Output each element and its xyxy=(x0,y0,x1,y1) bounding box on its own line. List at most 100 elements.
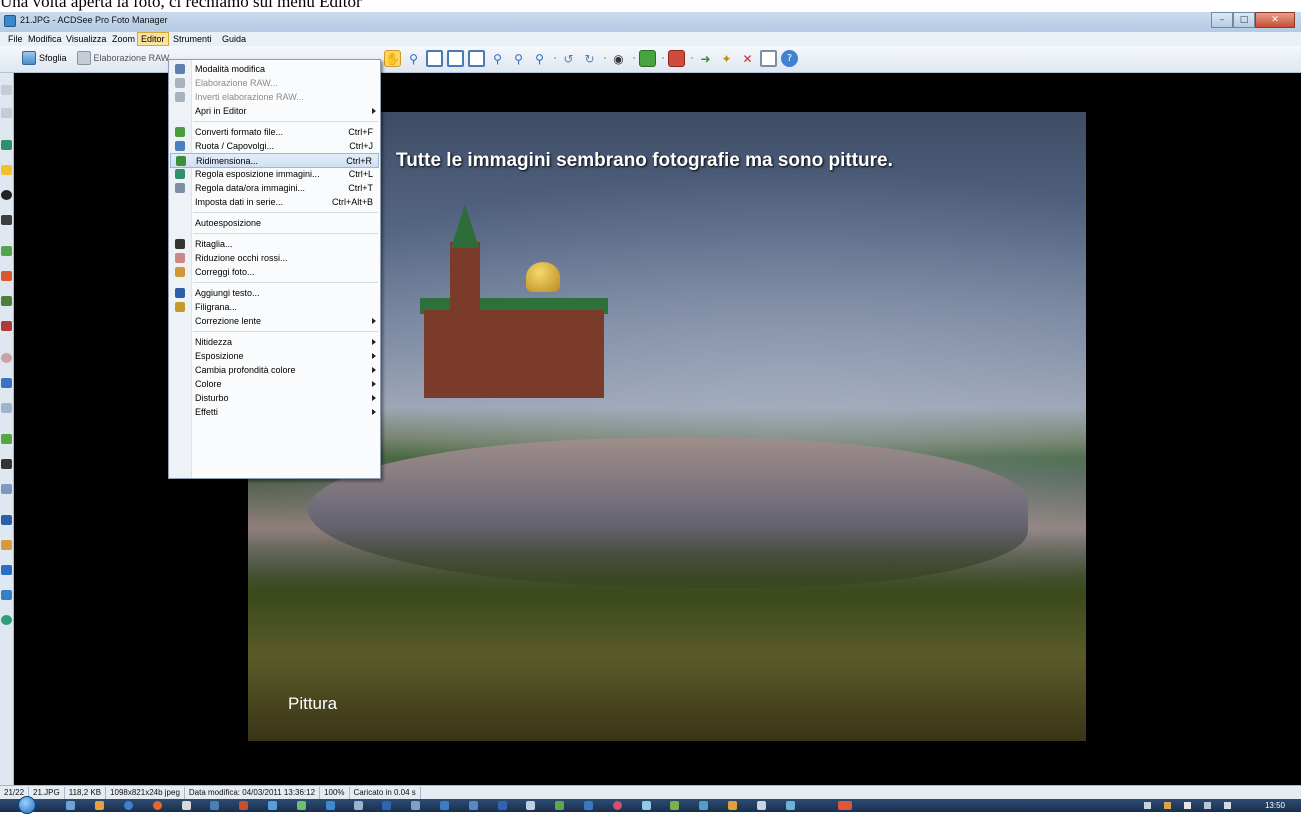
tray-volume-icon[interactable] xyxy=(1224,802,1231,809)
menu-item-disturbo[interactable]: Disturbo xyxy=(170,391,379,406)
dropdown-dot-icon[interactable]: · xyxy=(552,50,558,67)
taskbar-app-icon[interactable] xyxy=(239,801,248,810)
taskbar-app-icon[interactable] xyxy=(526,801,535,810)
zoom-in-icon[interactable]: ⚲ xyxy=(489,50,506,67)
taskbar-app-icon[interactable] xyxy=(440,801,449,810)
curves-tool-icon[interactable] xyxy=(1,296,12,306)
menu-item-correzione-lente[interactable]: Correzione lente xyxy=(170,314,379,329)
menu-strumenti[interactable]: Strumenti xyxy=(170,32,215,46)
color-tool-icon[interactable] xyxy=(1,246,12,256)
menu-modifica[interactable]: Modifica xyxy=(25,32,65,46)
word-icon[interactable] xyxy=(498,801,507,810)
menu-item-imposta-dati-in-serie[interactable]: Imposta dati in serie... Ctrl+Alt+B xyxy=(170,195,379,210)
menu-item-ruota-capovolgi[interactable]: Ruota / Capovolgi... Ctrl+J xyxy=(170,139,379,154)
share-icon[interactable]: ✦ xyxy=(718,50,735,67)
menu-item-converti-formato-file[interactable]: Converti formato file... Ctrl+F xyxy=(170,125,379,140)
taskbar-app-icon[interactable] xyxy=(268,801,277,810)
close-button[interactable]: ✕ xyxy=(1255,12,1295,28)
browser-icon[interactable] xyxy=(124,801,133,810)
taskbar-app-icon[interactable] xyxy=(642,801,651,810)
taskbar-app-icon[interactable] xyxy=(182,801,191,810)
sharpen-tool-icon[interactable] xyxy=(1,378,12,388)
title-bar[interactable]: 21.JPG - ACDSee Pro Foto Manager – □ ✕ xyxy=(0,12,1301,32)
taskbar-app-icon[interactable] xyxy=(411,801,420,810)
actual-size-icon[interactable] xyxy=(468,50,485,67)
menu-file[interactable]: File xyxy=(5,32,26,46)
taskbar-app-icon[interactable] xyxy=(469,801,478,810)
resize-tool-icon[interactable] xyxy=(1,403,12,413)
taskbar-app-icon[interactable] xyxy=(613,801,622,810)
start-button[interactable] xyxy=(18,796,36,814)
taskbar-app-icon[interactable] xyxy=(297,801,306,810)
menu-editor[interactable]: Editor xyxy=(137,32,169,46)
menu-item-colore[interactable]: Colore xyxy=(170,377,379,392)
help-icon[interactable]: ? xyxy=(781,50,798,67)
effects-tool-icon[interactable] xyxy=(1,615,12,625)
taskbar-app-icon[interactable] xyxy=(786,801,795,810)
levels-tool-icon[interactable] xyxy=(1,215,12,225)
menu-visualizza[interactable]: Visualizza xyxy=(63,32,109,46)
tray-monitor-icon[interactable] xyxy=(1204,802,1211,809)
browse-icon[interactable] xyxy=(22,51,36,65)
menu-item-regola-data-ora-immagini[interactable]: Regola data/ora immagini... Ctrl+T xyxy=(170,181,379,196)
taskbar-app-icon[interactable] xyxy=(66,801,75,810)
tray-arrow-icon[interactable] xyxy=(1144,802,1151,809)
dropdown-dot-icon[interactable]: · xyxy=(602,50,608,67)
acdsee-taskbar-button[interactable] xyxy=(838,801,852,810)
menu-item-esposizione[interactable]: Esposizione xyxy=(170,349,379,364)
taskbar-app-icon[interactable] xyxy=(153,801,162,810)
rotate-right-icon[interactable]: ↻ xyxy=(581,50,598,67)
menu-item-autoesposizione[interactable]: Autoesposizione xyxy=(170,216,379,231)
taskbar-app-icon[interactable] xyxy=(757,801,766,810)
exposure-tool-icon[interactable] xyxy=(1,140,12,150)
rotate-tool-icon[interactable] xyxy=(1,434,12,444)
menu-item-filigrana[interactable]: Filigrana... xyxy=(170,300,379,315)
menu-item-effetti[interactable]: Effetti xyxy=(170,405,379,420)
menu-item-ridimensiona[interactable]: Ridimensiona... Ctrl+R xyxy=(170,153,379,168)
dropdown-dot-icon[interactable]: · xyxy=(689,50,695,67)
crop-tool-icon[interactable] xyxy=(1,459,12,469)
maximize-button[interactable]: □ xyxy=(1233,12,1255,28)
minimize-button[interactable]: – xyxy=(1211,12,1233,28)
taskbar-app-icon[interactable] xyxy=(210,801,219,810)
next-image-icon[interactable] xyxy=(668,50,685,67)
menu-item-modalit-modifica[interactable]: Modalità modifica xyxy=(170,62,379,77)
menu-item-nitidezza[interactable]: Nitidezza xyxy=(170,335,379,350)
menu-item-ritaglia[interactable]: Ritaglia... xyxy=(170,237,379,252)
brush-tool-icon[interactable] xyxy=(1,540,12,550)
raw-icon[interactable] xyxy=(76,51,91,65)
taskbar-app-icon[interactable] xyxy=(354,801,363,810)
taskbar-app-icon[interactable] xyxy=(728,801,737,810)
balance-tool-icon[interactable] xyxy=(1,321,12,331)
fit-width-icon[interactable] xyxy=(447,50,464,67)
properties-icon[interactable] xyxy=(760,50,777,67)
slideshow-icon[interactable]: ◉ xyxy=(610,50,627,67)
menu-zoom[interactable]: Zoom xyxy=(109,32,138,46)
taskbar-app-icon[interactable] xyxy=(699,801,708,810)
menu-item-cambia-profondit-colore[interactable]: Cambia profondità colore xyxy=(170,363,379,378)
tool-icon[interactable] xyxy=(1,108,12,118)
taskbar-app-icon[interactable] xyxy=(326,801,335,810)
taskbar-app-icon[interactable] xyxy=(584,801,593,810)
tool-icon[interactable] xyxy=(1,85,12,95)
tray-flag-icon[interactable] xyxy=(1184,802,1191,809)
raw-button-label[interactable]: Elaborazione RAW xyxy=(94,53,170,63)
red-eye-tool-icon[interactable] xyxy=(1,353,12,363)
flip-tool-icon[interactable] xyxy=(1,484,12,494)
fit-image-icon[interactable] xyxy=(426,50,443,67)
menu-item-regola-esposizione-immagini[interactable]: Regola esposizione immagini... Ctrl+L xyxy=(170,167,379,182)
contrast-tool-icon[interactable] xyxy=(1,190,12,200)
tray-network-icon[interactable] xyxy=(1164,802,1171,809)
menu-item-apri-in-editor[interactable]: Apri in Editor xyxy=(170,104,379,119)
text-tool-icon[interactable] xyxy=(1,515,12,525)
menu-item-correggi-foto[interactable]: Correggi foto... xyxy=(170,265,379,280)
taskbar-app-icon[interactable] xyxy=(670,801,679,810)
delete-icon[interactable]: ✕ xyxy=(739,50,756,67)
export-icon[interactable]: ➜ xyxy=(697,50,714,67)
histogram-tool-icon[interactable] xyxy=(1,271,12,281)
taskbar-app-icon[interactable] xyxy=(95,801,104,810)
dropdown-dot-icon[interactable]: · xyxy=(660,50,666,67)
menu-item-aggiungi-testo[interactable]: Aggiungi testo... xyxy=(170,286,379,301)
border-tool-icon[interactable] xyxy=(1,565,12,575)
word-icon[interactable] xyxy=(382,801,391,810)
